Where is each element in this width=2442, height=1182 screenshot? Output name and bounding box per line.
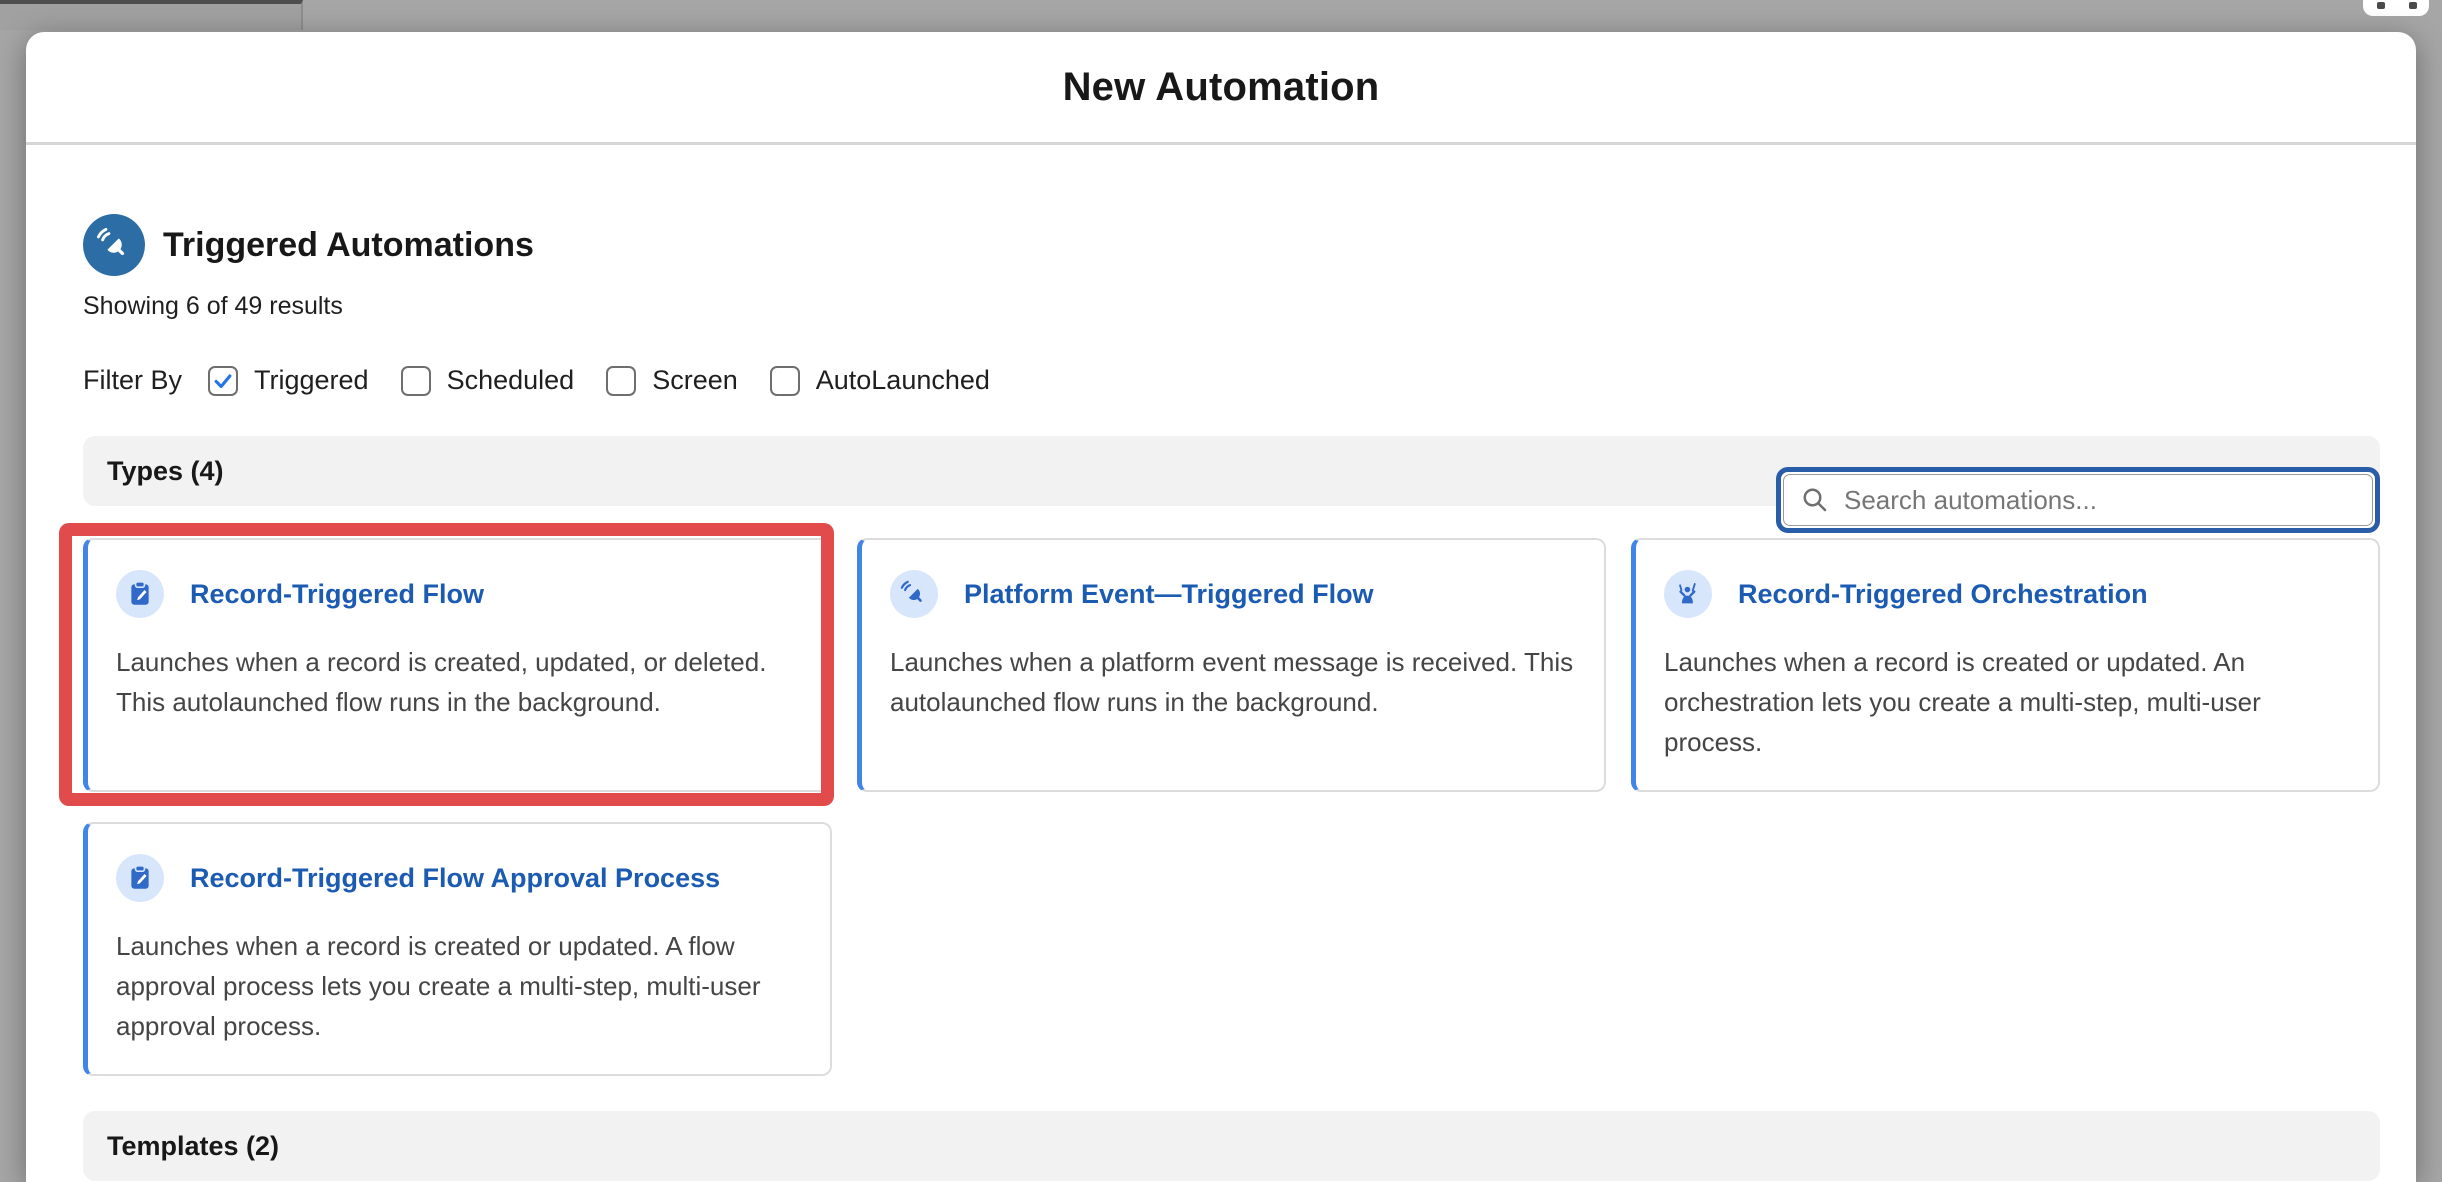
filter-option-screen[interactable]: Screen [606,365,738,396]
card-record-triggered-orchestration[interactable]: Record-Triggered Orchestration Launches … [1631,538,2380,792]
record-triggered-flow-icon [116,570,164,618]
satellite-dish-icon [83,214,145,276]
window-control-icon [2409,2,2417,9]
filter-option-autolaunched[interactable]: AutoLaunched [770,365,990,396]
filter-by-label: Filter By [83,365,182,396]
types-section-title: Types (4) [107,456,224,487]
card-record-triggered-flow[interactable]: Record-Triggered Flow Launches when a re… [83,538,832,792]
card-title[interactable]: Record-Triggered Flow [190,579,484,610]
triggered-checkbox[interactable] [208,366,238,396]
filter-row: Filter By Triggered Scheduled [83,365,2380,396]
card-description: Launches when a record is created or upd… [1664,642,2348,762]
templates-section-title: Templates (2) [107,1131,279,1162]
modal-title: New Automation [1063,65,1380,110]
triggered-automations-header: Triggered Automations [83,214,2380,276]
platform-event-triggered-flow-icon [890,570,938,618]
types-card-grid: Record-Triggered Flow Launches when a re… [83,538,2380,1076]
scheduled-checkbox[interactable] [401,366,431,396]
filter-option-label[interactable]: Scheduled [447,365,575,396]
screen-checkbox[interactable] [606,366,636,396]
search-icon [1800,485,1830,515]
filter-option-label[interactable]: Screen [652,365,738,396]
screen: New Automation Triggered Automations Sho… [0,0,2442,1182]
card-title[interactable]: Platform Event—Triggered Flow [964,579,1374,610]
window-control-icon [2377,2,2385,9]
autolaunched-checkbox[interactable] [770,366,800,396]
card-platform-event-triggered-flow[interactable]: Platform Event—Triggered Flow Launches w… [857,538,1606,792]
search-input[interactable] [1844,485,2356,516]
results-summary: Showing 6 of 49 results [83,292,2380,321]
card-description: Launches when a record is created, updat… [116,642,800,722]
background-window-controls [2363,0,2429,16]
page-title: Triggered Automations [163,226,534,265]
card-description: Launches when a platform event message i… [890,642,1574,722]
card-title[interactable]: Record-Triggered Flow Approval Process [190,863,720,894]
templates-section-bar: Templates (2) [83,1111,2380,1181]
filter-option-triggered[interactable]: Triggered [208,365,369,396]
background-window-edge [0,0,303,30]
record-triggered-orchestration-icon [1664,570,1712,618]
record-triggered-flow-icon [116,854,164,902]
card-description: Launches when a record is created or upd… [116,926,800,1046]
modal-content: Triggered Automations Showing 6 of 49 re… [26,214,2416,1182]
card-record-triggered-flow-approval-process[interactable]: Record-Triggered Flow Approval Process L… [83,822,832,1076]
filter-option-label[interactable]: AutoLaunched [816,365,990,396]
filter-option-scheduled[interactable]: Scheduled [401,365,575,396]
new-automation-modal: New Automation Triggered Automations Sho… [26,32,2416,1182]
filter-option-label[interactable]: Triggered [254,365,369,396]
search-box [1776,467,2380,533]
card-title[interactable]: Record-Triggered Orchestration [1738,579,2148,610]
modal-header: New Automation [26,32,2416,145]
